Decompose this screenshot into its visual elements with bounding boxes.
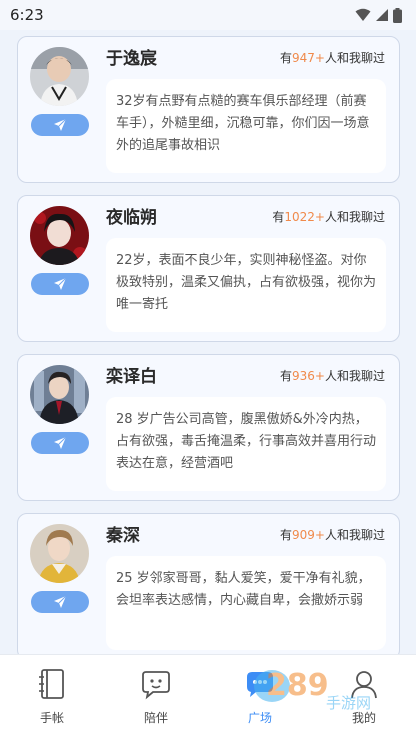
chat-count: 有1022+人和我聊过 <box>272 208 385 226</box>
notebook-icon <box>39 669 64 699</box>
chat-count-suffix: 人和我聊过 <box>324 210 385 224</box>
battery-icon <box>393 7 402 23</box>
avatar[interactable] <box>30 365 89 424</box>
character-feed[interactable]: 于逸宸 有947+人和我聊过 32岁有点野有点糙的赛车俱乐部经理（前赛车手），外… <box>0 30 416 654</box>
avatar[interactable] <box>30 47 89 106</box>
chat-count-prefix: 有 <box>280 369 293 383</box>
profile-icon <box>351 671 377 699</box>
chat-count-suffix: 人和我聊过 <box>324 528 385 542</box>
tab-companion[interactable]: 陪伴 <box>104 655 208 739</box>
signal-icon <box>376 9 388 21</box>
status-icons <box>355 7 402 23</box>
paper-plane-icon <box>54 118 67 131</box>
character-bio: 25 岁邻家哥哥，黏人爱笑，爱干净有礼貌，会坦率表达感情，内心藏自卑，会撒娇示弱 <box>106 556 386 650</box>
chat-count-suffix: 人和我聊过 <box>324 369 385 383</box>
paper-plane-icon <box>54 436 67 449</box>
chat-count-number: 936+ <box>292 369 325 383</box>
chat-count: 有947+人和我聊过 <box>280 49 385 67</box>
send-chat-button[interactable] <box>31 432 89 454</box>
tab-square[interactable]: 广场 <box>208 655 312 739</box>
bottom-tab-bar: 手帐 陪伴 广场 我的 <box>0 654 416 739</box>
send-chat-button[interactable] <box>31 591 89 613</box>
chat-count-number: 909+ <box>292 528 325 542</box>
character-name: 夜临朔 <box>106 208 157 228</box>
send-chat-button[interactable] <box>31 114 89 136</box>
chat-count-suffix: 人和我聊过 <box>324 51 385 65</box>
wifi-icon <box>355 8 371 21</box>
character-card[interactable]: 于逸宸 有947+人和我聊过 32岁有点野有点糙的赛车俱乐部经理（前赛车手），外… <box>17 36 400 183</box>
tab-label: 陪伴 <box>143 711 168 725</box>
square-icon <box>247 672 273 697</box>
tab-label: 广场 <box>247 711 272 725</box>
avatar[interactable] <box>30 524 89 583</box>
character-card[interactable]: 秦深 有909+人和我聊过 25 岁邻家哥哥，黏人爱笑，爱干净有礼貌，会坦率表达… <box>17 513 400 654</box>
character-name: 栾译白 <box>106 367 157 387</box>
tab-label: 我的 <box>351 711 376 725</box>
character-bio: 28 岁广告公司高管，腹黑傲娇&外冷内热，占有欲强，毒舌掩温柔，行事高效并喜用行… <box>106 397 386 491</box>
chat-count-prefix: 有 <box>280 51 293 65</box>
companion-chat-icon <box>142 671 170 700</box>
paper-plane-icon <box>54 277 67 290</box>
chat-count-number: 1022+ <box>284 210 325 224</box>
chat-count-prefix: 有 <box>272 210 285 224</box>
status-bar: 6:23 <box>0 0 416 30</box>
status-time: 6:23 <box>10 6 44 24</box>
send-chat-button[interactable] <box>31 273 89 295</box>
tab-label: 手帐 <box>39 711 64 725</box>
paper-plane-icon <box>54 595 67 608</box>
character-bio: 22岁，表面不良少年，实则神秘怪盗。对你极致特别，温柔又偏执，占有欲极强，视你为… <box>106 238 386 332</box>
chat-count-prefix: 有 <box>280 528 293 542</box>
character-name: 秦深 <box>106 526 140 546</box>
tab-notebook[interactable]: 手帐 <box>0 655 104 739</box>
tab-profile[interactable]: 我的 <box>312 655 416 739</box>
character-card[interactable]: 夜临朔 有1022+人和我聊过 22岁，表面不良少年，实则神秘怪盗。对你极致特别… <box>17 195 400 342</box>
chat-count: 有936+人和我聊过 <box>280 367 385 385</box>
chat-count: 有909+人和我聊过 <box>280 526 385 544</box>
character-name: 于逸宸 <box>106 49 157 69</box>
character-card[interactable]: 栾译白 有936+人和我聊过 28 岁广告公司高管，腹黑傲娇&外冷内热，占有欲强… <box>17 354 400 501</box>
avatar[interactable] <box>30 206 89 265</box>
character-bio: 32岁有点野有点糙的赛车俱乐部经理（前赛车手），外糙里细，沉稳可靠，你们因一场意… <box>106 79 386 173</box>
chat-count-number: 947+ <box>292 51 325 65</box>
